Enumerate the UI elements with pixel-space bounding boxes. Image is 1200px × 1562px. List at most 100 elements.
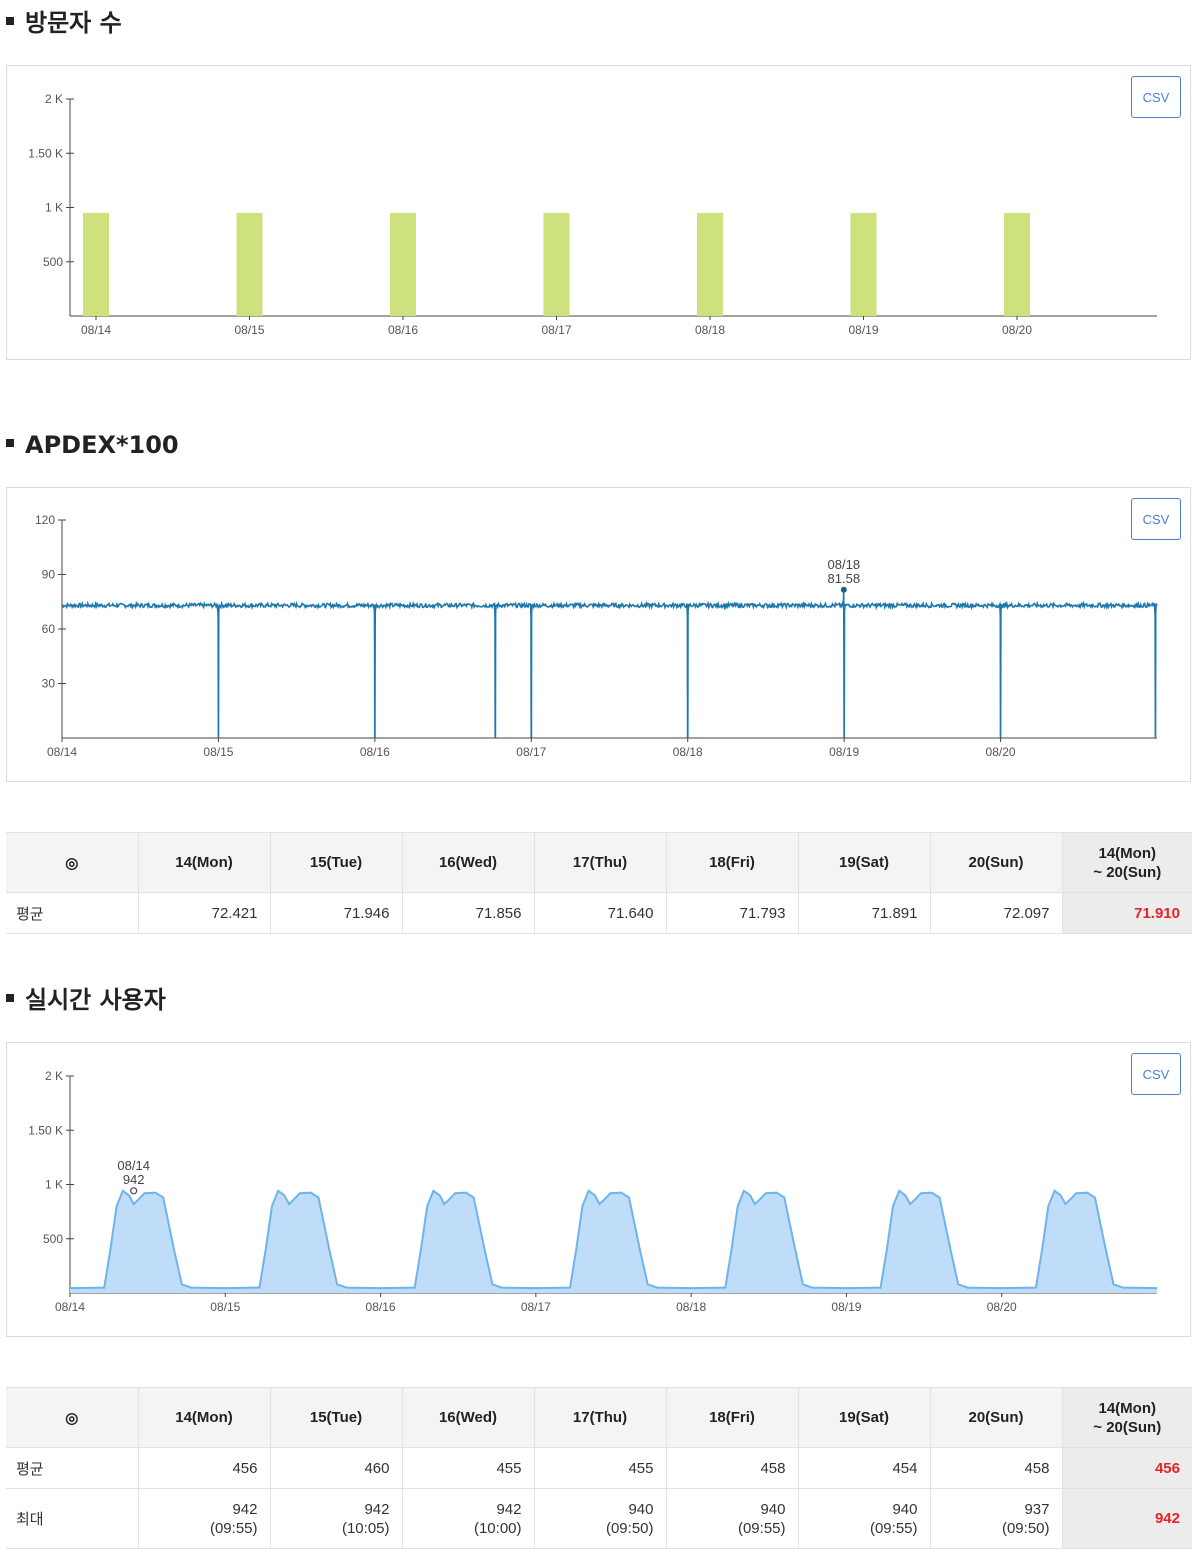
table-cell: 940 (09:50): [534, 1488, 667, 1549]
x-tick-label: 08/19: [848, 323, 878, 337]
table-header: 19(Sat): [798, 832, 931, 893]
x-tick-label: 08/17: [521, 1300, 551, 1314]
apdex-line-chart: 30 60 90 120 08/14 08/15 08/16 08/17 08/18 08/19 0…: [35, 513, 1158, 759]
y-tick-label: 1 K: [45, 1178, 63, 1192]
peak-label-value: 942: [123, 1172, 145, 1187]
table-header: 18(Fri): [666, 832, 799, 893]
realtime-title-text: 실시간 사용자: [25, 986, 166, 1014]
row-label: 평균: [6, 892, 139, 934]
table-row: 평균 72.421 71.946 71.856 71.640 71.793 71…: [6, 892, 1192, 934]
apdex-chart: 30 60 90 120 08/14 08/15 08/16 08/17 08/18 08/19 0…: [6, 487, 1191, 782]
table-cell: 458: [666, 1447, 799, 1489]
y-tick-label: 120: [35, 513, 55, 527]
max-time: (09:50): [605, 1519, 654, 1537]
y-tick-label: 2 K: [45, 1069, 63, 1083]
max-value: 940: [628, 1500, 654, 1518]
realtime-table-header-row: ◎ 14(Mon) 15(Tue) 16(Wed) 17(Thu) 18(Fri…: [6, 1387, 1192, 1448]
x-tick-label: 08/14: [81, 323, 111, 337]
realtime-chart: 500 1 K 1.50 K 2 K 08/14 08/15 08/16 08/17 08/18…: [6, 1042, 1191, 1337]
table-header: 20(Sun): [930, 1387, 1063, 1448]
table-cell: 71.793: [666, 892, 799, 934]
table-cell: 72.421: [138, 892, 271, 934]
apdex-table-header-row: ◎ 14(Mon) 15(Tue) 16(Wed) 17(Thu) 18(Fri…: [6, 832, 1192, 893]
table-header: 18(Fri): [666, 1387, 799, 1448]
x-tick-label: 08/17: [541, 323, 571, 337]
x-tick-label: 08/17: [516, 745, 546, 759]
table-header: 16(Wed): [402, 832, 535, 893]
table-header: 15(Tue): [270, 832, 403, 893]
table-header-total: 14(Mon) ~ 20(Sun): [1062, 832, 1192, 893]
table-header: 17(Thu): [534, 1387, 667, 1448]
max-time: (09:55): [737, 1519, 786, 1537]
x-tick-label: 08/16: [360, 745, 390, 759]
x-tick-label: 08/14: [47, 745, 77, 759]
y-tick-label: 60: [42, 622, 56, 636]
x-tick-label: 08/19: [829, 745, 859, 759]
visitors-bar-chart: 500 1 K 1.50 K 2 K 08/14 08/15 08/16 08/17 08/18…: [28, 92, 1157, 337]
bar-08-17: [543, 212, 570, 316]
max-time: (10:05): [341, 1519, 390, 1537]
table-cell-total: 71.910: [1062, 892, 1192, 934]
total-header-line1: 14(Mon): [1098, 1399, 1157, 1417]
x-tick-label: 08/16: [366, 1300, 396, 1314]
table-cell: 71.946: [270, 892, 403, 934]
max-value: 937: [1024, 1500, 1050, 1518]
peak-label-date: 08/18: [828, 557, 861, 572]
table-corner: ◎: [6, 1387, 139, 1448]
peak-label-value: 81.58: [828, 571, 861, 586]
table-cell: 454: [798, 1447, 931, 1489]
table-cell: 458: [930, 1447, 1063, 1489]
table-header: 20(Sun): [930, 832, 1063, 893]
bar-08-18: [697, 212, 723, 316]
table-cell: 942 (09:55): [138, 1488, 271, 1549]
realtime-csv-button[interactable]: CSV: [1131, 1053, 1181, 1095]
realtime-area-chart: 500 1 K 1.50 K 2 K 08/14 08/15 08/16 08/17 08/18…: [28, 1069, 1158, 1314]
x-tick-label: 08/15: [210, 1300, 240, 1314]
table-cell: 460: [270, 1447, 403, 1489]
apdex-table: ◎ 14(Mon) 15(Tue) 16(Wed) 17(Thu) 18(Fri…: [6, 832, 1192, 934]
table-cell: 71.891: [798, 892, 931, 934]
max-value: 942: [364, 1500, 390, 1518]
visitors-section-title: 방문자 수: [6, 8, 122, 38]
total-header-line2: ~ 20(Sun): [1093, 863, 1162, 881]
bar-08-20: [1004, 212, 1030, 316]
bullet-square-icon: [6, 439, 14, 447]
x-tick-label: 08/16: [388, 323, 418, 337]
table-cell: 940 (09:55): [666, 1488, 799, 1549]
peak-label-date: 08/14: [117, 1158, 150, 1173]
table-header: 16(Wed): [402, 1387, 535, 1448]
table-cell: 940 (09:55): [798, 1488, 931, 1549]
table-cell: 937 (09:50): [930, 1488, 1063, 1549]
x-tick-label: 08/15: [203, 745, 233, 759]
apdex-title-text: APDEX*100: [25, 431, 179, 459]
table-header: 17(Thu): [534, 832, 667, 893]
max-time: (10:00): [473, 1519, 522, 1537]
table-cell: 71.640: [534, 892, 667, 934]
apdex-csv-button[interactable]: CSV: [1131, 498, 1181, 540]
bar-08-16: [390, 212, 416, 316]
visitors-csv-button[interactable]: CSV: [1131, 76, 1181, 118]
max-time: (09:50): [1001, 1519, 1050, 1537]
y-tick-label: 2 K: [45, 92, 63, 106]
table-cell-total: 942: [1062, 1488, 1192, 1549]
table-corner: ◎: [6, 832, 139, 893]
max-time: (09:55): [869, 1519, 918, 1537]
table-header: 15(Tue): [270, 1387, 403, 1448]
bar-08-14: [83, 212, 109, 316]
realtime-section-title: 실시간 사용자: [6, 985, 166, 1015]
bullet-square-icon: [6, 994, 14, 1002]
bar-08-19: [850, 212, 877, 316]
total-header-line2: ~ 20(Sun): [1093, 1418, 1162, 1436]
row-label: 평균: [6, 1447, 139, 1489]
y-tick-label: 500: [43, 1232, 63, 1246]
max-value: 940: [892, 1500, 918, 1518]
table-cell-total: 456: [1062, 1447, 1192, 1489]
x-tick-label: 08/18: [673, 745, 703, 759]
peak-marker: [840, 586, 847, 593]
y-tick-label: 1 K: [45, 201, 63, 215]
visitors-title-text: 방문자 수: [25, 9, 122, 37]
bar-08-15: [236, 212, 263, 316]
x-tick-label: 08/20: [987, 1300, 1017, 1314]
max-value: 940: [760, 1500, 786, 1518]
realtime-table: ◎ 14(Mon) 15(Tue) 16(Wed) 17(Thu) 18(Fri…: [6, 1387, 1192, 1549]
